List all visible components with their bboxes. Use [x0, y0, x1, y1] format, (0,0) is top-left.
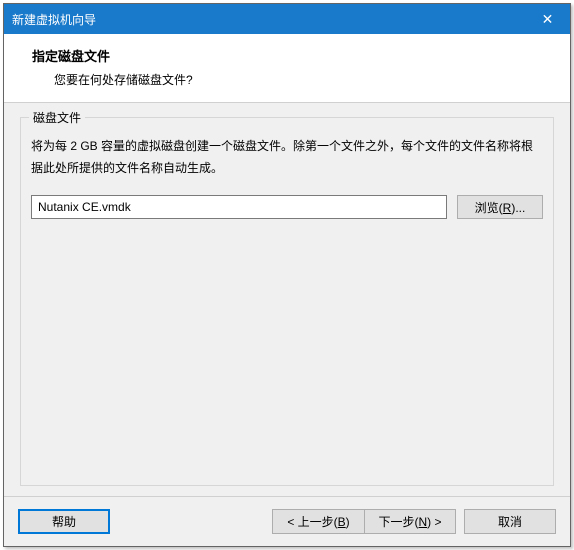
next-button[interactable]: 下一步(N) >: [364, 509, 456, 534]
wizard-window: 新建虚拟机向导 ✕ 指定磁盘文件 您要在何处存储磁盘文件? 磁盘文件 将为每 2…: [3, 3, 571, 547]
group-description: 将为每 2 GB 容量的虚拟磁盘创建一个磁盘文件。除第一个文件之外，每个文件的文…: [31, 136, 543, 179]
page-subtitle: 您要在何处存储磁盘文件?: [32, 71, 550, 88]
back-button[interactable]: < 上一步(B): [272, 509, 364, 534]
wizard-footer: 帮助 < 上一步(B) 下一步(N) > 取消: [4, 496, 570, 546]
disk-file-group: 磁盘文件 将为每 2 GB 容量的虚拟磁盘创建一个磁盘文件。除第一个文件之外，每…: [20, 117, 554, 486]
content-area: 磁盘文件 将为每 2 GB 容量的虚拟磁盘创建一个磁盘文件。除第一个文件之外，每…: [4, 103, 570, 496]
disk-filename-input[interactable]: [31, 195, 447, 219]
nav-button-group: < 上一步(B) 下一步(N) >: [272, 509, 456, 534]
help-button[interactable]: 帮助: [18, 509, 110, 534]
group-label: 磁盘文件: [29, 109, 85, 126]
window-title: 新建虚拟机向导: [4, 11, 525, 28]
browse-button[interactable]: 浏览(R)...: [457, 195, 543, 219]
page-title: 指定磁盘文件: [32, 46, 550, 65]
cancel-button[interactable]: 取消: [464, 509, 556, 534]
titlebar: 新建虚拟机向导 ✕: [4, 4, 570, 34]
wizard-header: 指定磁盘文件 您要在何处存储磁盘文件?: [4, 34, 570, 103]
close-button[interactable]: ✕: [525, 4, 570, 34]
file-row: 浏览(R)...: [31, 195, 543, 219]
